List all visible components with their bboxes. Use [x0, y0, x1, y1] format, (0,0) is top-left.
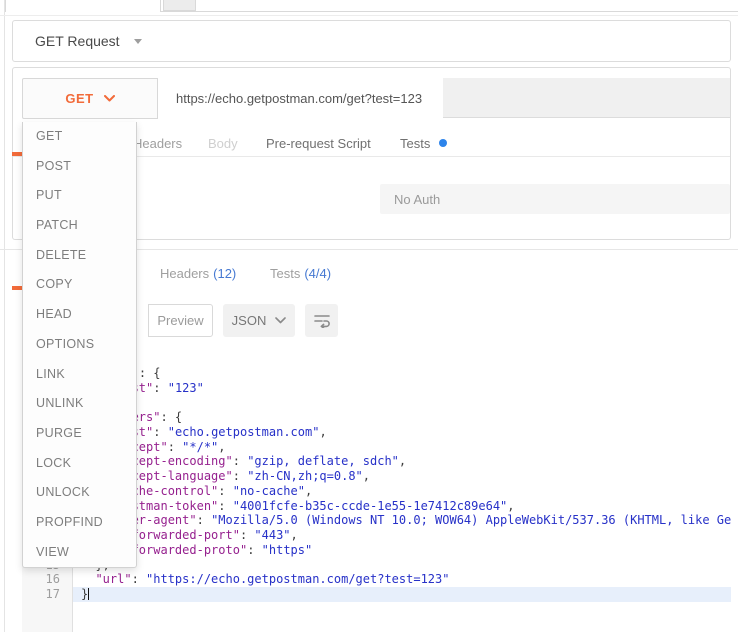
url-row-empty-area	[443, 78, 730, 117]
code-line-16: 16 "url": "https://echo.getpostman.com/g…	[22, 572, 731, 587]
tabbar-bottom-border	[161, 11, 738, 12]
new-tab-button[interactable]	[163, 0, 196, 11]
code-line-text: },	[73, 558, 731, 573]
tests-dot-indicator	[439, 139, 447, 147]
code-line-17: 17}	[22, 587, 731, 602]
collection-title: GET Request	[35, 33, 120, 49]
method-menu: GETPOSTPUTPATCHDELETECOPYHEADOPTIONSLINK…	[22, 122, 137, 568]
method-option-view[interactable]: VIEW	[23, 538, 136, 568]
url-text: https://echo.getpostman.com/get?test=123	[176, 91, 422, 106]
code-line-text: "accept": "*/*",	[73, 440, 731, 455]
code-line-text: },	[73, 395, 731, 410]
url-input[interactable]: https://echo.getpostman.com/get?test=123	[158, 78, 443, 118]
method-option-unlink[interactable]: UNLINK	[23, 389, 136, 419]
response-tab-headers-count: (12)	[213, 266, 236, 281]
method-label: GET	[65, 91, 93, 106]
code-line-text: "url": "https://echo.getpostman.com/get?…	[73, 572, 731, 587]
method-option-post[interactable]: POST	[23, 152, 136, 182]
chevron-down-icon	[104, 95, 115, 102]
response-tab-headers[interactable]: Headers (12)	[160, 266, 236, 281]
code-line-text: "x-forwarded-proto": "https"	[73, 543, 731, 558]
code-line-text: "host": "echo.getpostman.com",	[73, 425, 731, 440]
method-dropdown-button[interactable]: GET	[22, 78, 158, 119]
auth-type-value: No Auth	[394, 192, 440, 207]
tab-body[interactable]: Body	[208, 136, 238, 151]
app-window: GET Request https://echo.getpostman.com/…	[0, 0, 738, 632]
code-line-text: "accept-language": "zh-CN,zh;q=0.8",	[73, 469, 731, 484]
method-option-get[interactable]: GET	[23, 122, 136, 152]
method-option-head[interactable]: HEAD	[23, 300, 136, 330]
code-line-text: "user-agent": "Mozilla/5.0 (Windows NT 1…	[73, 513, 731, 528]
text-wrap-icon	[313, 313, 331, 328]
format-select-value: JSON	[232, 313, 267, 328]
collection-header[interactable]: GET Request	[12, 20, 731, 62]
method-option-link[interactable]: LINK	[23, 360, 136, 390]
auth-type-select[interactable]: No Auth	[380, 184, 730, 214]
wrap-text-button[interactable]	[305, 304, 338, 337]
preview-button-label: Preview	[157, 313, 203, 328]
code-line-text: {	[73, 351, 731, 366]
method-option-unlock[interactable]: UNLOCK	[23, 478, 136, 508]
preview-button[interactable]: Preview	[148, 304, 213, 337]
request-tab-active[interactable]	[5, 0, 161, 12]
method-option-purge[interactable]: PURGE	[23, 419, 136, 449]
code-line-text: }	[73, 587, 731, 602]
top-divider	[0, 15, 738, 16]
code-line-text: "cache-control": "no-cache",	[73, 484, 731, 499]
method-option-delete[interactable]: DELETE	[23, 241, 136, 271]
tab-pre-request-script[interactable]: Pre-request Script	[266, 136, 371, 151]
response-tab-tests-count: (4/4)	[304, 266, 331, 281]
code-line-text: "headers": {	[73, 410, 731, 425]
panel-left-border	[4, 0, 5, 632]
text-cursor	[88, 588, 89, 600]
method-option-options[interactable]: OPTIONS	[23, 330, 136, 360]
code-line-text: "args": {	[73, 366, 731, 381]
line-number: 17	[22, 587, 73, 602]
response-tab-tests[interactable]: Tests (4/4)	[270, 266, 331, 281]
code-line-text: "x-forwarded-port": "443",	[73, 528, 731, 543]
method-option-patch[interactable]: PATCH	[23, 211, 136, 241]
chevron-down-icon	[275, 317, 286, 324]
chevron-down-icon	[134, 39, 142, 44]
method-option-lock[interactable]: LOCK	[23, 449, 136, 479]
tab-tests[interactable]: Tests	[400, 136, 430, 151]
method-option-propfind[interactable]: PROPFIND	[23, 508, 136, 538]
method-option-copy[interactable]: COPY	[23, 270, 136, 300]
code-line-text: "accept-encoding": "gzip, deflate, sdch"…	[73, 454, 731, 469]
tab-headers[interactable]: Headers	[133, 136, 182, 151]
response-tab-tests-label: Tests	[270, 266, 300, 281]
format-select[interactable]: JSON	[223, 304, 295, 337]
code-line-text: "postman-token": "4001fcfe-b35c-ccde-1e5…	[73, 499, 731, 514]
code-line-text: "test": "123"	[73, 381, 731, 396]
line-number: 16	[22, 572, 73, 587]
method-option-put[interactable]: PUT	[23, 181, 136, 211]
response-tab-headers-label: Headers	[160, 266, 209, 281]
